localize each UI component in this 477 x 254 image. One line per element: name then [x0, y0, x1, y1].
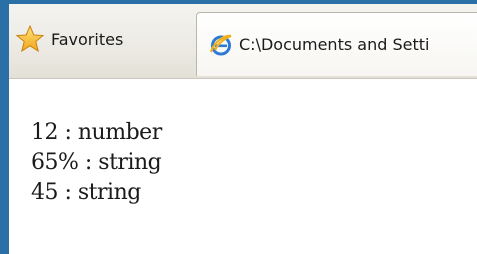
favorites-button[interactable]: Favorites — [15, 18, 123, 60]
output-line: 65% : string — [31, 150, 162, 175]
favorites-label: Favorites — [51, 29, 124, 49]
browser-window: Favorites C:\Documents and Setti 12 : nu… — [0, 0, 477, 254]
output-line: 45 : string — [31, 180, 141, 205]
tab-bar: Favorites C:\Documents and Setti — [9, 4, 477, 79]
tab-title: C:\Documents and Setti — [239, 35, 430, 54]
ie-icon — [209, 34, 232, 55]
tab-current-document[interactable]: C:\Documents and Setti — [196, 12, 477, 76]
page-content: 12 : number 65% : string 45 : string — [31, 118, 162, 208]
star-icon — [15, 24, 45, 53]
output-line: 12 : number — [31, 120, 162, 145]
